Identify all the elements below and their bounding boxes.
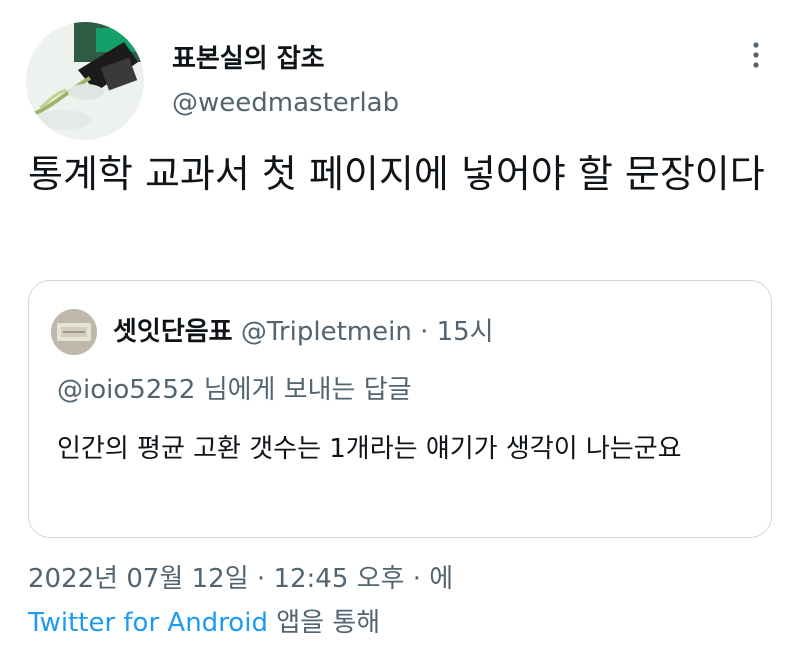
quote-author-name[interactable]: 셋잇단음표 — [113, 317, 233, 347]
author-avatar[interactable] — [26, 22, 144, 140]
meta-separator-2: · — [412, 564, 422, 594]
quote-author-handle[interactable]: @Tripletmein — [241, 317, 412, 347]
quote-timestamp[interactable]: 15시 — [437, 317, 494, 347]
meta-suffix: 에 — [429, 564, 454, 594]
tweet-date[interactable]: 2022년 07월 12일 — [28, 564, 249, 594]
tweet-time[interactable]: 12:45 오후 — [273, 564, 404, 594]
quote-reply-context: @ioio5252 님에게 보내는 답글 — [57, 375, 412, 405]
source-suffix: 앱을 통해 — [276, 608, 381, 638]
meta-separator: · — [256, 564, 266, 594]
author-display-name[interactable]: 표본실의 잡초 — [172, 38, 325, 75]
quote-author-avatar[interactable] — [51, 309, 97, 355]
source-app-link[interactable]: Twitter for Android — [28, 608, 268, 638]
author-handle[interactable]: @weedmasterlab — [172, 88, 399, 118]
quote-separator: · — [420, 317, 429, 347]
quote-header: 셋잇단음표 @Tripletmein · 15시 — [113, 311, 494, 348]
more-vertical-icon[interactable] — [744, 40, 768, 70]
tweet-timestamp: 2022년 07월 12일 · 12:45 오후 · 에 — [28, 558, 453, 595]
quoted-tweet[interactable]: 셋잇단음표 @Tripletmein · 15시 @ioio5252 님에게 보… — [28, 280, 772, 538]
quote-text: 인간의 평균 고환 갯수는 1개라는 얘기가 생각이 나는군요 — [57, 434, 682, 464]
tweet-source: Twitter for Android 앱을 통해 — [28, 602, 380, 639]
tweet-text: 통계학 교과서 첫 페이지에 넣어야 할 문장이다 — [28, 152, 765, 196]
